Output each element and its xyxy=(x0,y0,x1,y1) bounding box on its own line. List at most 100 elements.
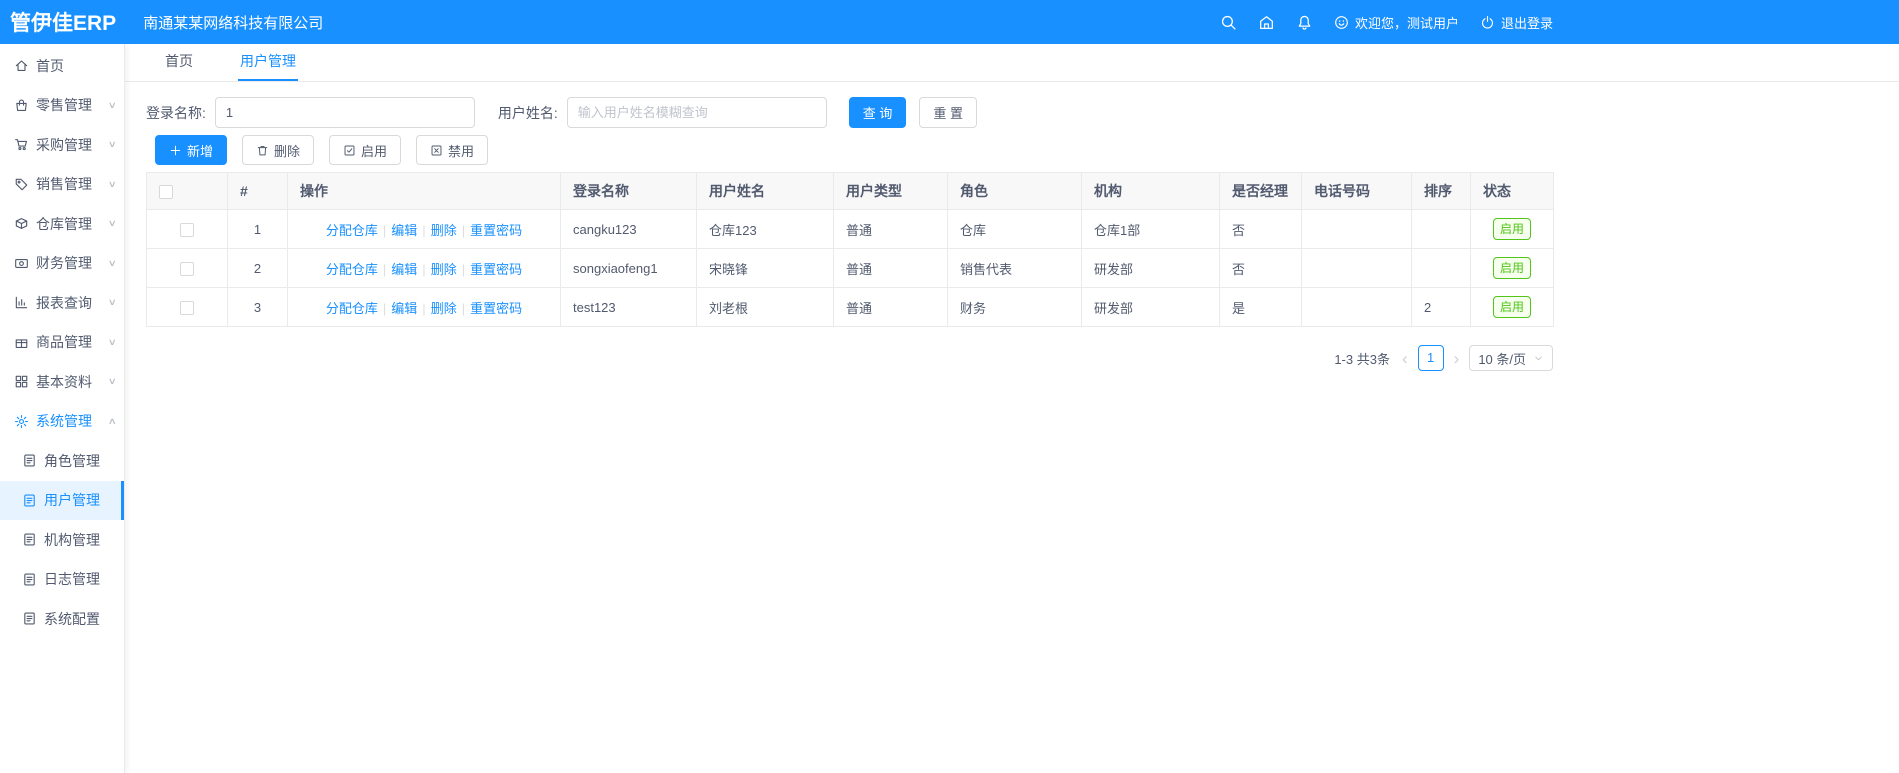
power-icon xyxy=(1480,15,1495,30)
cell-user-name: 刘老根 xyxy=(696,287,834,327)
row-checkbox[interactable] xyxy=(180,300,194,315)
sidebar-item-sales-management[interactable]: 销售管理 ∨ xyxy=(0,165,124,205)
cell-checkbox xyxy=(146,248,228,288)
sidebar-item-system-management[interactable]: 系统管理 ∧ xyxy=(0,402,124,442)
sidebar-item-label: 采购管理 xyxy=(36,136,92,153)
sidebar-item-label: 零售管理 xyxy=(36,97,92,114)
link-separator: | xyxy=(422,300,426,316)
app-logo[interactable]: 管伊佳ERP xyxy=(0,7,116,37)
topbar-actions: 欢迎您，测试用户 退出登录 xyxy=(1220,0,1553,44)
delete-button[interactable]: 删除 xyxy=(242,135,315,165)
document-icon xyxy=(22,611,37,626)
tab-bar: 首页 用户管理 xyxy=(125,44,1899,82)
tab-home[interactable]: 首页 xyxy=(163,51,195,81)
chevron-down-icon: ∨ xyxy=(108,139,118,150)
reset-button[interactable]: 重 置 xyxy=(919,97,978,128)
col-checkbox xyxy=(146,172,228,210)
sidebar-item-system-config[interactable]: 系统配置 xyxy=(0,599,124,639)
delete-label: 删除 xyxy=(274,143,301,159)
cell-checkbox xyxy=(146,209,228,249)
delete-link[interactable]: 删除 xyxy=(431,301,457,316)
cell-manager: 否 xyxy=(1219,248,1302,288)
cell-role: 仓库 xyxy=(947,209,1082,249)
link-separator: | xyxy=(382,222,387,238)
sidebar-item-finance-management[interactable]: 财务管理 ∨ xyxy=(0,244,124,284)
sidebar-item-label: 系统管理 xyxy=(36,413,92,430)
assign-warehouse-link[interactable]: 分配仓库 xyxy=(326,301,378,316)
status-badge[interactable]: 启用 xyxy=(1492,218,1531,240)
reset-password-link[interactable]: 重置密码 xyxy=(470,301,522,316)
cell-index: 1 xyxy=(227,209,288,249)
sidebar-item-goods-management[interactable]: 商品管理 ∨ xyxy=(0,323,124,363)
cell-user-name: 宋晓锋 xyxy=(696,248,834,288)
cell-status: 启用 xyxy=(1470,287,1554,327)
delete-link[interactable]: 删除 xyxy=(431,262,457,277)
cell-role: 财务 xyxy=(947,287,1082,327)
sidebar-item-label: 财务管理 xyxy=(36,255,92,272)
user-name-input[interactable] xyxy=(566,97,827,128)
cell-sort xyxy=(1411,248,1471,288)
edit-link[interactable]: 编辑 xyxy=(391,262,417,277)
bell-icon[interactable] xyxy=(1296,14,1313,31)
document-icon xyxy=(22,493,37,508)
logout-button[interactable]: 退出登录 xyxy=(1480,13,1553,32)
sidebar: 首页 零售管理 ∨ 采购管理 ∨ 销售管理 ∨ 仓库管理 ∨ 财务管理 ∨ 报表… xyxy=(0,44,125,773)
sidebar-item-report-query[interactable]: 报表查询 ∨ xyxy=(0,283,124,323)
sidebar-item-purchase-management[interactable]: 采购管理 ∨ xyxy=(0,125,124,165)
warehouse-icon xyxy=(14,216,29,231)
sidebar-item-org-management[interactable]: 机构管理 xyxy=(0,520,124,560)
page-size-select[interactable]: 10 条/页 xyxy=(1469,345,1553,371)
sidebar-item-log-management[interactable]: 日志管理 xyxy=(0,560,124,600)
edit-link[interactable]: 编辑 xyxy=(391,223,417,238)
page-number-button[interactable]: 1 xyxy=(1417,345,1444,371)
row-checkbox[interactable] xyxy=(180,222,194,237)
status-badge[interactable]: 启用 xyxy=(1492,296,1531,318)
next-page-button[interactable]: › xyxy=(1452,350,1462,367)
cell-index: 2 xyxy=(227,248,288,288)
disable-button[interactable]: 禁用 xyxy=(416,135,489,165)
assign-warehouse-link[interactable]: 分配仓库 xyxy=(326,223,378,238)
report-icon xyxy=(14,295,29,310)
sidebar-item-retail-management[interactable]: 零售管理 ∨ xyxy=(0,86,124,126)
cell-index: 3 xyxy=(227,287,288,327)
home-icon[interactable] xyxy=(1258,14,1275,31)
sidebar-item-home[interactable]: 首页 xyxy=(0,46,124,86)
sidebar-item-label: 销售管理 xyxy=(36,176,92,193)
col-status: 状态 xyxy=(1470,172,1554,210)
search-icon[interactable] xyxy=(1220,14,1237,31)
assign-warehouse-link[interactable]: 分配仓库 xyxy=(326,262,378,277)
sidebar-item-role-management[interactable]: 角色管理 xyxy=(0,441,124,481)
delete-link[interactable]: 删除 xyxy=(431,223,457,238)
sidebar-item-warehouse-management[interactable]: 仓库管理 ∨ xyxy=(0,204,124,244)
prev-page-button[interactable]: ‹ xyxy=(1400,350,1410,367)
welcome-user[interactable]: 欢迎您，测试用户 xyxy=(1334,13,1459,32)
cell-role: 销售代表 xyxy=(947,248,1082,288)
chevron-down-icon: ∨ xyxy=(108,336,118,347)
chevron-up-icon: ∧ xyxy=(108,415,118,426)
company-name: 南通某某网络科技有限公司 xyxy=(143,14,324,32)
link-separator: | xyxy=(382,300,387,316)
col-sort: 排序 xyxy=(1411,172,1471,210)
search-button[interactable]: 查 询 xyxy=(848,97,907,128)
tab-user-management[interactable]: 用户管理 xyxy=(238,51,298,81)
home-icon xyxy=(14,58,29,73)
add-button[interactable]: 新增 xyxy=(155,135,228,165)
link-separator: | xyxy=(461,222,466,238)
reset-password-link[interactable]: 重置密码 xyxy=(470,223,522,238)
status-badge[interactable]: 启用 xyxy=(1492,257,1531,279)
login-name-input[interactable] xyxy=(214,97,475,128)
link-separator: | xyxy=(422,222,426,238)
reset-password-link[interactable]: 重置密码 xyxy=(470,262,522,277)
cell-operation: 分配仓库 | 编辑 | 删除 | 重置密码 xyxy=(287,287,561,327)
row-checkbox[interactable] xyxy=(180,261,194,276)
sidebar-item-basic-data[interactable]: 基本资料 ∨ xyxy=(0,362,124,402)
edit-link[interactable]: 编辑 xyxy=(391,301,417,316)
sidebar-item-user-management[interactable]: 用户管理 xyxy=(0,480,124,520)
plus-icon xyxy=(169,144,182,157)
disable-label: 禁用 xyxy=(448,143,475,159)
user-name-label: 用户姓名: xyxy=(497,104,558,121)
cell-login-name: cangku123 xyxy=(560,209,697,249)
select-all-checkbox[interactable] xyxy=(159,185,173,200)
enable-button[interactable]: 启用 xyxy=(329,135,402,165)
logout-text: 退出登录 xyxy=(1500,15,1553,31)
